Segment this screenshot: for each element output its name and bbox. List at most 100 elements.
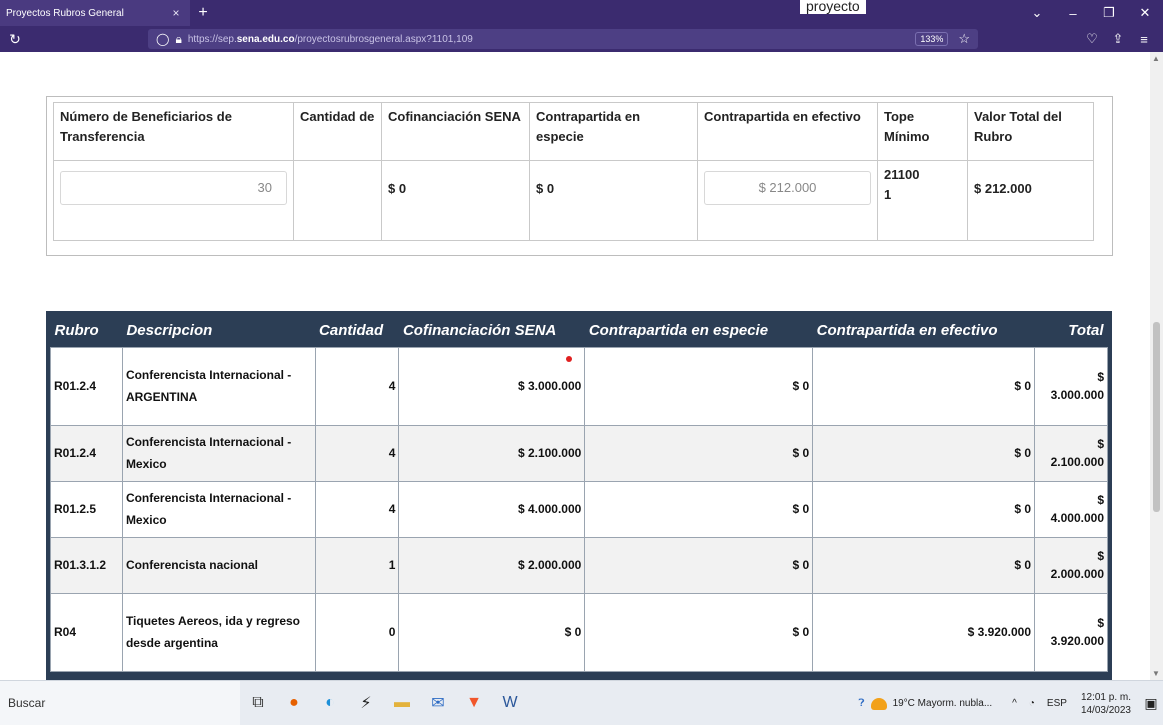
tab-proyectos-rubros[interactable]: Proyectos Rubros General ×	[0, 0, 190, 26]
close-window-button[interactable]: ✕	[1127, 0, 1163, 26]
rubro-cantidad: 1	[314, 536, 400, 594]
zoom-level[interactable]: 133%	[915, 32, 949, 46]
rubro-cantidad: 4	[314, 480, 400, 538]
header-cofinanciacion: Cofinanciación SENA	[381, 102, 530, 161]
col-descripcion: Descripcion	[126, 322, 213, 340]
rubros-table-panel: Rubro Descripcion Cantidad Cofinanciació…	[46, 311, 1112, 680]
browser-titlebar: Proyectos Rubros General × + proyecto ⌄ …	[0, 0, 1163, 52]
table-row[interactable]: R01.2.4 Conferencista Internacional - Me…	[50, 424, 1108, 482]
rubros-header-row: Rubro Descripcion Cantidad Cofinanciació…	[51, 315, 1108, 347]
col-total: Total	[1068, 322, 1104, 340]
valor-total-value: $ 212.000	[967, 160, 1094, 241]
rubro-cofinanciacion: $ 3.000.000	[398, 346, 586, 426]
scroll-down-arrow-icon[interactable]: ▼	[1152, 669, 1160, 678]
window-controls: ⌄ – ❐ ✕	[1019, 0, 1163, 26]
network-icon[interactable]: ◔	[1029, 698, 1035, 709]
rubro-description: Conferencista Internacional - Mexico	[121, 480, 316, 538]
rubro-code: R01.2.4	[50, 346, 123, 426]
rubro-especie: $ 0	[584, 480, 814, 538]
beneficiarios-input[interactable]: 30	[60, 171, 287, 205]
rubro-total: $3.920.000	[1034, 592, 1108, 672]
rubro-cofinanciacion: $ 2.000.000	[398, 536, 586, 594]
address-bar[interactable]: ◯ 🔒︎ https://sep.sena.edu.co/proyectosru…	[148, 29, 978, 49]
header-efectivo: Contrapartida en efectivo	[697, 102, 878, 161]
taskbar-search[interactable]: Buscar	[0, 680, 240, 725]
rubro-especie: $ 0	[584, 424, 814, 482]
task-view-icon[interactable]: ⧉	[242, 687, 274, 719]
toolbar-right: ♡ ⇪ ≡	[1079, 26, 1157, 52]
header-valor-total: Valor Total del Rubro	[967, 102, 1094, 161]
rubro-cantidad: 4	[314, 424, 400, 482]
share-icon[interactable]: ⇪	[1105, 31, 1131, 47]
windows-taskbar: Buscar ⧉ ● ◐ ⚡︎ ▬ ✉ ▼ W ❓︎ 19°C Mayorm. …	[0, 680, 1163, 725]
scrollbar-thumb[interactable]	[1153, 322, 1160, 512]
language-indicator[interactable]: ESP	[1047, 698, 1067, 709]
rubro-efectivo: $ 0	[812, 480, 1035, 538]
efectivo-cell: $ 212.000	[697, 160, 878, 241]
notifications-icon[interactable]: ▣	[1139, 695, 1163, 712]
table-row[interactable]: R01.2.4 Conferencista Internacional - AR…	[50, 346, 1108, 426]
reload-icon[interactable]: ↻	[0, 31, 30, 48]
page-scrollbar[interactable]: ▲ ▼	[1150, 52, 1163, 680]
rubro-especie: $ 0	[584, 346, 814, 426]
pocket-icon[interactable]: ♡	[1079, 31, 1105, 47]
col-cofinanciacion: Cofinanciación SENA	[402, 322, 557, 340]
table-row[interactable]: R01.3.1.2 Conferencista nacional 1 $ 2.0…	[50, 536, 1108, 594]
rubro-code: R01.3.1.2	[50, 536, 123, 594]
header-tope-minimo: Tope Mínimo	[877, 102, 968, 161]
beneficiarios-cell: 30	[53, 160, 294, 241]
table-row[interactable]: R04 Tiquetes Aereos, ida y regreso desde…	[50, 592, 1108, 672]
menu-icon[interactable]: ≡	[1131, 32, 1157, 47]
system-tray: ❓︎ 19°C Mayorm. nubla... ^ ◔ ESP 12:01 p…	[853, 681, 1163, 725]
mail-icon[interactable]: ✉	[422, 687, 454, 719]
brave-icon[interactable]: ▼	[458, 687, 490, 719]
word-icon[interactable]: W	[494, 687, 526, 719]
page-content: Número de Beneficiarios de Transferencia…	[0, 52, 1150, 680]
url-text[interactable]: https://sep.sena.edu.co/proyectosrubrosg…	[188, 34, 915, 45]
rubro-cofinanciacion: $ 0	[398, 592, 586, 672]
restore-button[interactable]: ❐	[1091, 0, 1127, 26]
rubro-total: $3.000.000	[1034, 346, 1108, 426]
firefox-icon[interactable]: ●	[278, 687, 310, 719]
chevron-up-icon[interactable]: ^	[1012, 698, 1017, 709]
weather-widget[interactable]: 19°C Mayorm. nubla...	[870, 697, 992, 710]
bookmark-star-icon[interactable]: ☆	[958, 31, 970, 47]
lock-icon[interactable]: 🔒︎	[175, 32, 181, 47]
weather-cloud-icon	[870, 697, 887, 710]
rubro-code: R01.2.5	[50, 480, 123, 538]
col-especie: Contrapartida en especie	[588, 322, 769, 340]
new-tab-button[interactable]: +	[190, 0, 216, 26]
rubro-cantidad: 0	[314, 592, 400, 672]
clock-date: 14/03/2023	[1080, 704, 1131, 716]
rubro-code: R01.2.4	[50, 424, 123, 482]
rubro-especie: $ 0	[584, 536, 814, 594]
edge-icon[interactable]: ◐	[314, 687, 346, 719]
rubro-cofinanciacion: $ 4.000.000	[398, 480, 586, 538]
tab-list-chevron-icon[interactable]: ⌄	[1019, 0, 1055, 26]
especie-value: $ 0	[529, 160, 698, 241]
help-icon[interactable]: ❓︎	[859, 698, 865, 709]
rubro-description: Conferencista nacional	[121, 536, 316, 594]
rubro-summary-panel: Número de Beneficiarios de Transferencia…	[46, 96, 1113, 256]
tab-close-button[interactable]: ×	[168, 6, 184, 20]
clock[interactable]: 12:01 p. m. 14/03/2023	[1081, 691, 1131, 717]
scroll-up-arrow-icon[interactable]: ▲	[1152, 54, 1160, 63]
rubro-description: Conferencista Internacional - Mexico	[121, 424, 316, 482]
rubro-summary-table: Número de Beneficiarios de Transferencia…	[53, 102, 1094, 241]
rubro-code: R04	[50, 592, 123, 672]
efectivo-input[interactable]: $ 212.000	[704, 171, 871, 205]
header-cantidad: Cantidad de	[293, 102, 382, 161]
clock-time: 12:01 p. m.	[1080, 691, 1131, 703]
col-rubro: Rubro	[54, 322, 99, 340]
tracking-shield-icon[interactable]: ◯	[156, 32, 169, 46]
cantidad-cell	[293, 160, 382, 241]
lightning-app-icon[interactable]: ⚡︎	[350, 687, 382, 719]
rubro-especie: $ 0	[584, 592, 814, 672]
rubro-description: Tiquetes Aereos, ida y regreso desde arg…	[121, 592, 316, 672]
rubro-total: $2.000.000	[1034, 536, 1108, 594]
header-especie: Contrapartida en especie	[529, 102, 698, 161]
minimize-button[interactable]: –	[1055, 0, 1091, 26]
file-explorer-icon[interactable]: ▬	[386, 687, 418, 719]
cofinanciacion-value: $ 0	[381, 160, 530, 241]
table-row[interactable]: R01.2.5 Conferencista Internacional - Me…	[50, 480, 1108, 538]
